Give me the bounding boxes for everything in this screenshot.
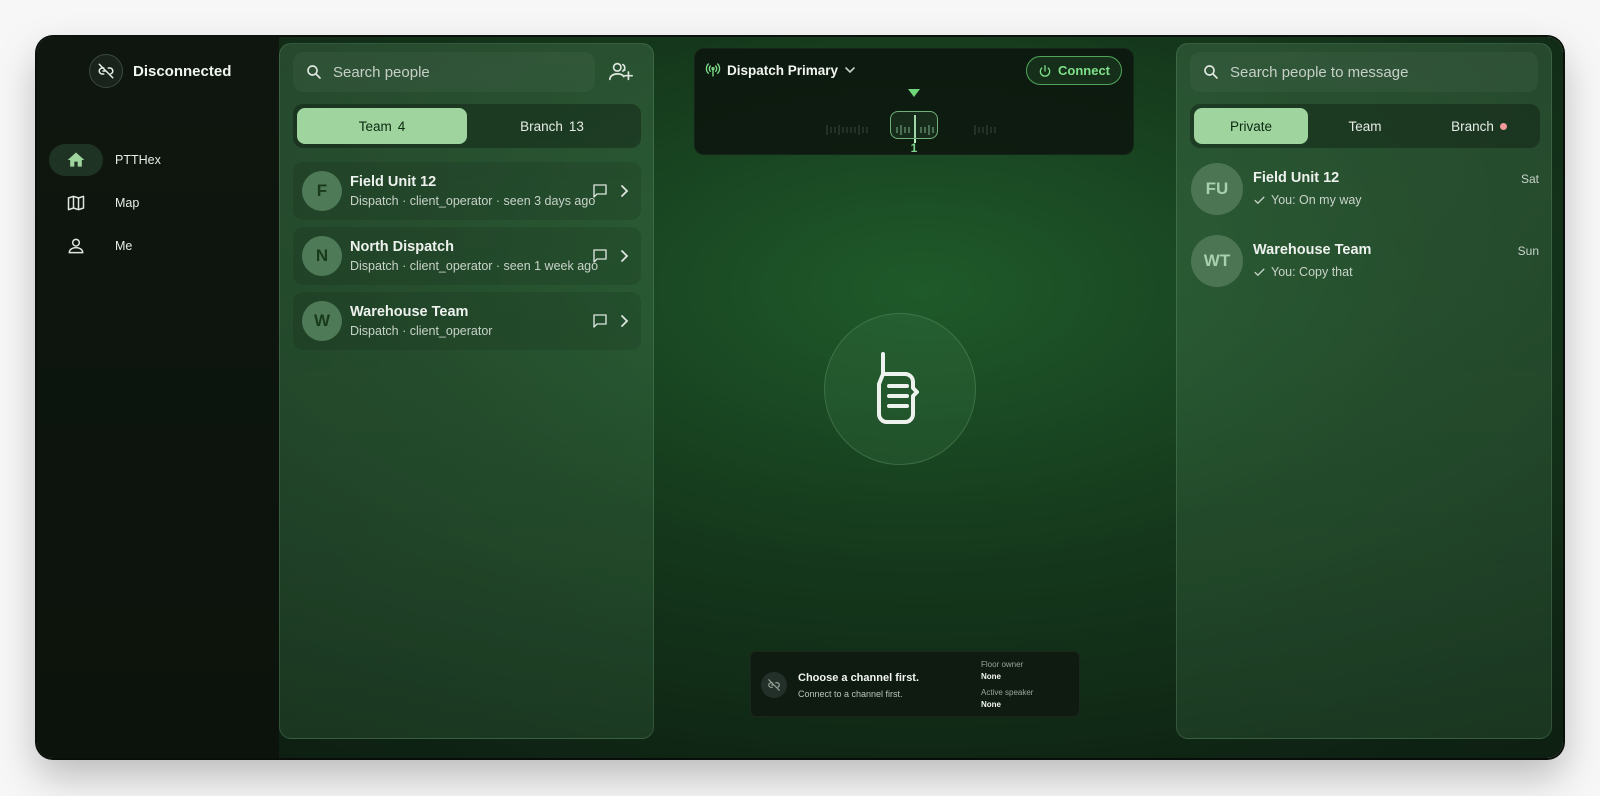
avatar: WT [1191, 235, 1243, 287]
antenna-icon [705, 63, 721, 77]
tab-label: Branch [520, 118, 563, 134]
home-icon [49, 144, 103, 176]
sidebar-item-label: PTTHex [115, 153, 161, 167]
active-speaker-label: Active speaker [981, 688, 1034, 697]
unread-dot [1499, 122, 1507, 130]
chevron-right-icon[interactable] [619, 184, 629, 198]
list-item[interactable]: N North Dispatch Dispatch · client_opera… [293, 227, 641, 285]
search-placeholder: Search people to message [1230, 63, 1409, 81]
add-person-icon[interactable] [608, 60, 634, 89]
people-panel: Search people Team 4 Branch 13 F Field U… [279, 43, 654, 739]
avatar: FU [1191, 163, 1243, 215]
sidebar-item-label: Map [115, 196, 140, 210]
people-search-input[interactable]: Search people [293, 52, 595, 92]
tab-count: 4 [397, 118, 406, 134]
conversation-item[interactable]: FU Field Unit 12 You: On my way Sat [1191, 163, 1539, 217]
connect-button[interactable]: Connect [1026, 56, 1122, 85]
app-window: Disconnected PTTHex Map Me Search people… [37, 37, 1563, 758]
active-speaker: Active speaker None [981, 688, 1033, 709]
tab-team[interactable]: Team [1308, 108, 1422, 144]
status-subtitle: Connect to a channel first. [798, 689, 903, 699]
link-off-icon [89, 54, 123, 88]
sidebar-item-map[interactable]: Map [49, 187, 249, 219]
map-icon [49, 187, 103, 219]
floor-status-box: Choose a channel first. Connect to a cha… [750, 651, 1080, 717]
sidebar-item-me[interactable]: Me [49, 230, 249, 262]
last-message: You: On my way [1253, 193, 1362, 207]
channel-selector[interactable]: Dispatch Primary [705, 62, 856, 78]
message-icon[interactable] [591, 182, 609, 200]
floor-owner-label: Floor owner [981, 660, 1024, 669]
tab-label: Team [1348, 118, 1382, 134]
last-message-text: You: Copy that [1271, 265, 1353, 279]
status-title: Choose a channel first. [798, 672, 920, 684]
floor-owner-value: None [981, 672, 1001, 681]
list-item[interactable]: F Field Unit 12 Dispatch · client_operat… [293, 162, 641, 220]
people-tabs: Team 4 Branch 13 [293, 104, 641, 148]
message-tabs: Private Team Branch [1190, 104, 1540, 148]
push-to-talk-button[interactable] [824, 313, 976, 465]
person-details: Dispatch · client_operator · seen 1 week… [350, 259, 599, 273]
conversation-name: Field Unit 12 [1253, 170, 1340, 186]
search-placeholder: Search people [333, 63, 430, 81]
power-icon [1039, 64, 1051, 77]
sidebar: Disconnected PTTHex Map Me [37, 37, 279, 758]
channel-number: 1 [910, 141, 918, 155]
sidebar-item-ptthex[interactable]: PTTHex [49, 144, 249, 176]
search-icon [1204, 65, 1218, 79]
walkie-talkie-icon [877, 352, 919, 424]
chevron-down-icon [845, 67, 855, 74]
chevron-right-icon[interactable] [619, 314, 629, 328]
connect-label: Connect [1058, 63, 1110, 78]
last-message-text: You: On my way [1271, 193, 1362, 207]
last-message: You: Copy that [1253, 265, 1353, 279]
check-icon [1254, 196, 1265, 204]
avatar: N [302, 236, 342, 276]
dial-marker [908, 89, 920, 97]
chevron-right-icon[interactable] [619, 249, 629, 263]
search-icon [307, 65, 321, 79]
check-icon [1254, 268, 1265, 276]
channel-name: Dispatch Primary [727, 62, 839, 78]
tab-label: Team [358, 118, 392, 134]
conversation-item[interactable]: WT Warehouse Team You: Copy that Sun [1191, 235, 1539, 289]
tab-private[interactable]: Private [1194, 108, 1308, 144]
floor-owner: Floor owner None [981, 660, 1023, 681]
sidebar-item-label: Me [115, 239, 133, 253]
tab-branch[interactable]: Branch 13 [467, 108, 637, 144]
tab-label: Branch [1451, 118, 1494, 134]
link-off-icon [761, 672, 787, 698]
connection-status-label: Disconnected [133, 62, 232, 80]
tab-count: 13 [568, 118, 584, 134]
message-icon[interactable] [591, 312, 609, 330]
person-name: North Dispatch [350, 239, 454, 255]
avatar: F [302, 171, 342, 211]
channel-dial-window [890, 111, 938, 139]
tab-label: Private [1229, 118, 1273, 134]
channel-bar: Dispatch Primary Connect 1 [694, 48, 1134, 155]
conversation-time: Sun [1517, 244, 1539, 258]
person-details: Dispatch · client_operator [350, 324, 493, 338]
list-item[interactable]: W Warehouse Team Dispatch · client_opera… [293, 292, 641, 350]
active-speaker-value: None [981, 700, 1001, 709]
message-search-input[interactable]: Search people to message [1190, 52, 1538, 92]
messages-panel: Search people to message Private Team Br… [1176, 43, 1552, 739]
person-name: Warehouse Team [350, 304, 469, 320]
conversation-time: Sat [1520, 172, 1539, 186]
person-details: Dispatch · client_operator · seen 3 days… [350, 194, 596, 208]
person-name: Field Unit 12 [350, 174, 437, 190]
person-icon [49, 230, 103, 262]
connection-status[interactable]: Disconnected [89, 54, 231, 88]
conversation-name: Warehouse Team [1253, 242, 1372, 258]
message-icon[interactable] [591, 247, 609, 265]
tab-branch[interactable]: Branch [1422, 108, 1536, 144]
tab-team[interactable]: Team 4 [297, 108, 467, 144]
avatar: W [302, 301, 342, 341]
